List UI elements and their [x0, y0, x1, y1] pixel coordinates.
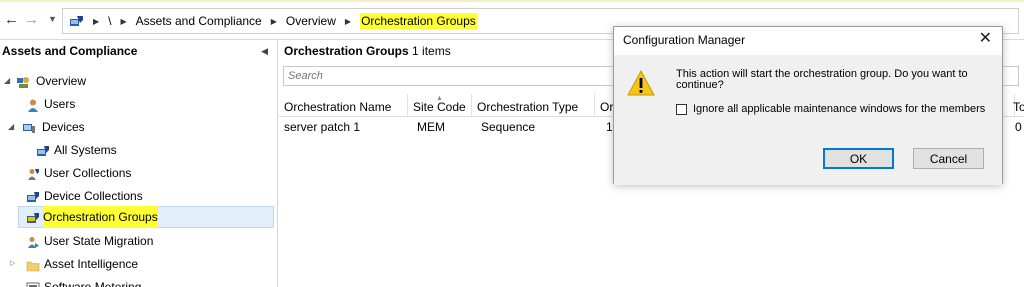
dialog-message: This action will start the orchestration… [676, 68, 968, 91]
collection-icon [36, 143, 50, 156]
folder-icon [26, 257, 40, 272]
devices-icon [22, 120, 36, 133]
tree-item-user-collections[interactable]: User Collections [20, 162, 270, 184]
user-collections-icon [26, 166, 40, 180]
results-header: Orchestration Groups 1 items [279, 40, 451, 62]
tree-item-all-systems[interactable]: All Systems [30, 139, 270, 161]
column-header-orchestration-type[interactable]: Orchestration Type [472, 94, 595, 116]
cell-to: 0 [1015, 120, 1022, 134]
tree-item-device-collections[interactable]: Device Collections [20, 185, 270, 207]
breadcrumb-separator: ▶ [93, 16, 100, 26]
tree-item-devices[interactable]: ◢ Devices [0, 116, 270, 138]
tree-item-label: User Collections [44, 166, 132, 180]
tree-item-label: Device Collections [44, 189, 143, 203]
warning-icon [626, 69, 656, 100]
column-header-site-code[interactable]: ▲ Site Code [408, 94, 472, 116]
cell-site-code: MEM [417, 120, 445, 134]
dialog-title: Configuration Manager [623, 33, 746, 47]
tree-item-software-metering[interactable]: Software Metering [20, 276, 270, 287]
console-root-icon[interactable] [69, 15, 84, 28]
collapsed-arrow-icon[interactable]: ▷ [10, 253, 15, 275]
breadcrumb-assets-and-compliance[interactable]: Assets and Compliance [136, 14, 262, 28]
expanded-arrow-icon[interactable]: ◢ [4, 70, 10, 92]
workspace-title: Assets and Compliance [2, 44, 138, 58]
tree-item-label: Overview [36, 74, 87, 88]
overview-icon [16, 74, 30, 88]
ignore-maintenance-windows-checkbox[interactable] [676, 103, 687, 115]
navigation-pane: Assets and Compliance ◀ ◢ Overview Users… [0, 40, 278, 287]
tree-item-orchestration-groups[interactable]: Orchestration Groups [18, 206, 274, 228]
expanded-arrow-icon[interactable]: ◢ [8, 116, 14, 138]
tree-item-label: Orchestration Groups [43, 206, 158, 228]
close-icon[interactable]: ✕ [979, 29, 992, 49]
results-title: Orchestration Groups [284, 44, 409, 58]
arrow-left-icon[interactable]: ← [4, 12, 19, 28]
breadcrumb-root[interactable]: \ [108, 14, 111, 28]
cell-orchestration-type: Sequence [481, 120, 536, 134]
users-icon [26, 97, 40, 112]
device-collections-icon [26, 189, 40, 202]
software-metering-icon [26, 280, 40, 287]
sort-ascending-icon: ▲ [436, 95, 443, 102]
tree-item-label: All Systems [54, 143, 117, 157]
tree-item-label: Devices [42, 120, 85, 134]
breadcrumb-separator: ▶ [270, 16, 277, 26]
breadcrumb-separator: ▶ [120, 16, 127, 26]
tree-item-label: Users [44, 97, 76, 111]
breadcrumb-orchestration-groups[interactable]: Orchestration Groups [360, 13, 477, 29]
user-state-migration-icon [26, 234, 40, 248]
column-header-orchestration-name[interactable]: Orchestration Name [279, 94, 408, 116]
arrow-right-icon[interactable]: → [24, 12, 39, 28]
tree-item-user-state-migration[interactable]: User State Migration [20, 230, 270, 252]
ignore-maintenance-windows-option[interactable]: Ignore all applicable maintenance window… [676, 103, 985, 115]
dialog-body: This action will start the orchestration… [614, 55, 1002, 185]
tree-item-asset-intelligence[interactable]: ▷ Asset Intelligence [0, 253, 270, 275]
chevron-left-icon[interactable]: ◀ [261, 40, 268, 62]
breadcrumb-separator: ▶ [344, 16, 352, 26]
tree-item-overview[interactable]: ◢ Overview [0, 70, 270, 92]
checkbox-label: Ignore all applicable maintenance window… [693, 103, 986, 115]
chevron-down-icon[interactable]: ▼ [48, 14, 57, 24]
tree-item-label: Software Metering [44, 280, 142, 287]
confirmation-dialog: Configuration Manager ✕ This action will… [613, 26, 1003, 185]
results-count: 1 items [412, 44, 451, 58]
cancel-button[interactable]: Cancel [913, 148, 984, 169]
tree-item-label: Asset Intelligence [44, 257, 139, 271]
cell-orchestration-name: server patch 1 [284, 120, 361, 134]
column-header-to[interactable]: To [1008, 94, 1024, 116]
orchestration-groups-icon [26, 210, 40, 223]
tree-item-users[interactable]: Users [20, 93, 270, 115]
ok-button[interactable]: OK [823, 148, 894, 169]
navigation-pane-header: Assets and Compliance ◀ [0, 40, 277, 62]
breadcrumb-overview[interactable]: Overview [286, 14, 336, 28]
tree-item-label: User State Migration [44, 234, 154, 248]
